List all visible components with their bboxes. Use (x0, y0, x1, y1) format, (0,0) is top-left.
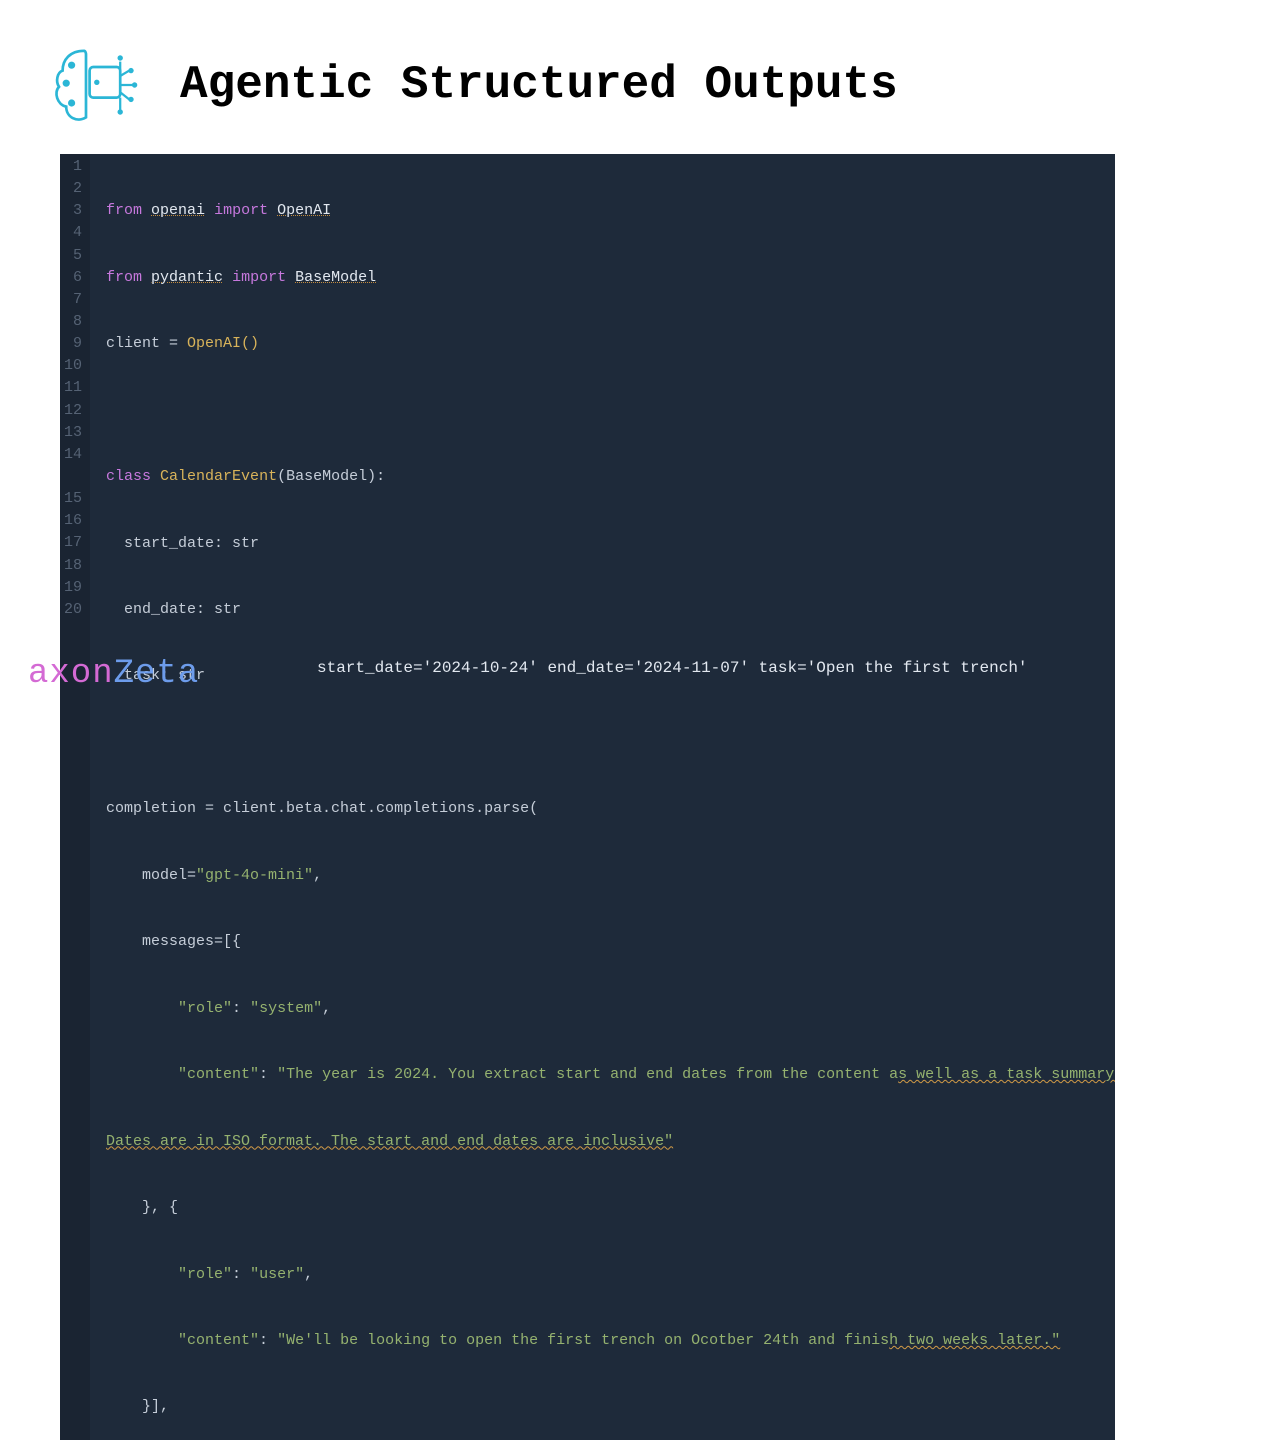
line-number: 9 (64, 333, 82, 355)
indent (106, 1066, 178, 1083)
string-warn: h two weeks later." (889, 1332, 1060, 1349)
code-line: messages=[{ (106, 931, 1115, 953)
pun: : (232, 1000, 250, 1017)
var: client (106, 335, 160, 352)
line-number: 10 (64, 355, 82, 377)
string: "system" (250, 1000, 322, 1017)
code-line: start_date: str (106, 533, 1115, 555)
module: openai (151, 202, 205, 219)
line-number: 14 (64, 444, 82, 466)
line-number: 1 (64, 156, 82, 178)
indent: model= (106, 867, 196, 884)
code-line: }], (106, 1396, 1115, 1418)
line-number: 3 (64, 200, 82, 222)
string: "role" (178, 1000, 232, 1017)
line-gutter: 1 2 3 4 5 6 7 8 9 10 11 12 13 14 15 16 1… (60, 154, 90, 1440)
pun: : (259, 1332, 277, 1349)
brain-chip-icon (50, 40, 140, 130)
module: pydantic (151, 269, 223, 286)
indent (106, 1000, 178, 1017)
indent (106, 1266, 178, 1283)
op: = (160, 335, 187, 352)
page-title: Agentic Structured Outputs (180, 59, 898, 111)
line-number: 18 (64, 555, 82, 577)
line-number: 2 (64, 178, 82, 200)
symbol: OpenAI (277, 202, 331, 219)
code-editor: 1 2 3 4 5 6 7 8 9 10 11 12 13 14 15 16 1… (60, 154, 1115, 1440)
line-number: 8 (64, 311, 82, 333)
string: "We'll be looking to open the first tren… (277, 1332, 889, 1349)
code-line: end_date: str (106, 599, 1115, 621)
pun: : (232, 1266, 250, 1283)
classname: CalendarEvent (160, 468, 277, 485)
keyword: from (106, 202, 142, 219)
string-warn: Dates are in ISO format. The start and e… (106, 1133, 673, 1150)
pun: , (304, 1266, 313, 1283)
pun: , (313, 867, 322, 884)
symbol: BaseModel (295, 269, 376, 286)
base: (BaseModel): (277, 468, 385, 485)
indent (106, 1332, 178, 1349)
keyword: import (214, 202, 268, 219)
brand-part1: axon (28, 655, 114, 693)
string: "gpt-4o-mini" (196, 867, 313, 884)
string: "content" (178, 1332, 259, 1349)
string: "The year is 2024. You extract start and… (277, 1066, 898, 1083)
line-number (64, 466, 82, 488)
brand-logo: axonZeta (28, 655, 199, 693)
line-number: 12 (64, 400, 82, 422)
call: OpenAI() (187, 335, 259, 352)
keyword: import (232, 269, 286, 286)
line-number: 17 (64, 532, 82, 554)
line-number: 15 (64, 488, 82, 510)
string: "user" (250, 1266, 304, 1283)
string-warn: s well as a task summary. (898, 1066, 1115, 1083)
pun: , (322, 1000, 331, 1017)
header: Agentic Structured Outputs (0, 0, 1280, 148)
line-number: 16 (64, 510, 82, 532)
brand-part2: Zeta (114, 655, 200, 693)
code-line: }, { (106, 1197, 1115, 1219)
string: "role" (178, 1266, 232, 1283)
code-line: completion = client.beta.chat.completion… (106, 798, 1115, 820)
string: "content" (178, 1066, 259, 1083)
line-number: 19 (64, 577, 82, 599)
keyword: from (106, 269, 142, 286)
pun: : (259, 1066, 277, 1083)
code-content[interactable]: from openai import OpenAI from pydantic … (90, 154, 1115, 1440)
line-number: 4 (64, 222, 82, 244)
line-number: 5 (64, 245, 82, 267)
line-number: 20 (64, 599, 82, 621)
line-number: 11 (64, 377, 82, 399)
keyword: class (106, 468, 151, 485)
output-result: start_date='2024-10-24' end_date='2024-1… (305, 650, 1115, 686)
line-number: 7 (64, 289, 82, 311)
line-number: 6 (64, 267, 82, 289)
line-number: 13 (64, 422, 82, 444)
